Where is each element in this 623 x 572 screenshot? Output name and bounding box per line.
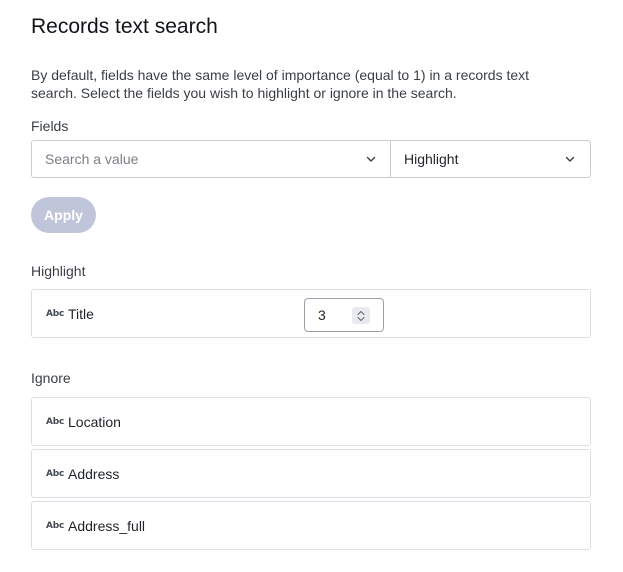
- field-label: Address_full: [68, 517, 146, 534]
- ignore-label: Ignore: [31, 370, 71, 386]
- mode-value: Highlight: [404, 151, 459, 167]
- field-search-placeholder: Search a value: [45, 151, 139, 167]
- field-label: Address: [68, 465, 120, 482]
- ignore-row-address-full: Abc Address_full: [31, 501, 591, 550]
- weight-value: 3: [318, 307, 326, 323]
- apply-button[interactable]: Apply: [31, 197, 96, 233]
- text-type-icon: Abc: [46, 520, 65, 531]
- text-type-icon: Abc: [46, 468, 65, 479]
- highlight-row-title: Abc Title 3: [31, 289, 591, 338]
- weight-stepper[interactable]: 3: [304, 298, 384, 332]
- text-type-icon: Abc: [46, 416, 65, 427]
- page-description: By default, fields have the same level o…: [31, 67, 530, 101]
- page-title: Records text search: [31, 15, 218, 38]
- ignore-row-location: Abc Location: [31, 397, 591, 446]
- arrow-down-icon[interactable]: [357, 316, 365, 322]
- fields-label: Fields: [31, 118, 69, 134]
- highlight-label: Highlight: [31, 263, 86, 279]
- field-label: Title: [68, 305, 94, 322]
- chevron-down-icon: [565, 156, 575, 162]
- spin-arrows-icon[interactable]: [352, 307, 370, 324]
- field-selector: Search a value Highlight: [31, 140, 591, 178]
- field-search-dropdown[interactable]: Search a value: [32, 141, 391, 177]
- text-type-icon: Abc: [46, 308, 65, 319]
- mode-dropdown[interactable]: Highlight: [391, 141, 590, 177]
- ignore-row-address: Abc Address: [31, 449, 591, 498]
- field-label: Location: [68, 413, 121, 430]
- chevron-down-icon: [366, 156, 376, 162]
- records-text-search-panel: Records text search By default, fields h…: [0, 0, 623, 572]
